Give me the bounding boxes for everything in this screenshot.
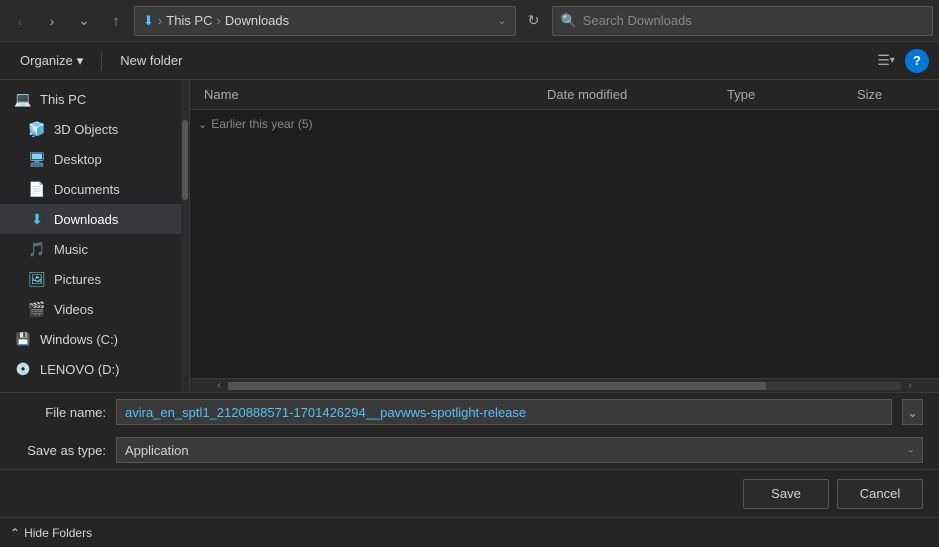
sidebar-label-desktop: Desktop [54,152,102,167]
forward-button[interactable]: › [38,7,66,35]
group-label: Earlier this year (5) [211,117,312,131]
view-arrow-icon: ▾ [890,55,895,66]
hide-folders-row: ⌃ Hide Folders [0,517,939,547]
sidebar-label-thispc: This PC [40,92,86,107]
help-label: ? [913,53,921,68]
sidebar-item-pictures[interactable]: 🖼 Pictures [0,264,189,294]
sidebar-item-lenovod[interactable]: 💿 LENOVO (D:) [0,354,189,384]
back-button[interactable]: ‹ [6,7,34,35]
file-list: ⌄ Earlier this year (5) [190,110,939,378]
hide-folders-button[interactable]: ⌃ Hide Folders [10,526,92,540]
h-scroll-left-button[interactable]: ‹ [210,379,228,393]
action-row: Save Cancel [0,469,939,517]
save-as-type-row: Save as type: Application ⌄ [0,431,939,469]
col-header-type[interactable]: Type [721,87,851,102]
organize-label: Organize [20,53,73,68]
sidebar-label-videos: Videos [54,302,94,317]
up-button[interactable]: ↑ [102,7,130,35]
address-separator-1: › [158,13,162,28]
recent-button[interactable]: ⌄ [70,7,98,35]
sidebar-item-downloads[interactable]: ⬇ Downloads [0,204,189,234]
h-scrollbar-track[interactable] [228,382,901,390]
content-area: 💻 This PC 🧊 3D Objects 🖥 Desktop 📄 Docum… [0,80,939,392]
refresh-button[interactable]: ↻ [520,7,548,35]
toolbar-separator [101,51,102,71]
sidebar-items: 💻 This PC 🧊 3D Objects 🖥 Desktop 📄 Docum… [0,80,189,392]
save-as-type-label: Save as type: [16,443,106,458]
sidebar-label-windowsc: Windows (C:) [40,332,118,347]
col-header-size[interactable]: Size [851,87,931,102]
sidebar-label-music: Music [54,242,88,257]
search-bar[interactable]: 🔍 [552,6,934,36]
sidebar-label-pictures: Pictures [54,272,101,287]
hide-folders-label: Hide Folders [24,526,92,540]
downloads-icon: ⬇ [28,210,46,228]
music-icon: 🎵 [28,240,46,258]
address-chevron-icon[interactable]: ⌄ [497,14,506,27]
file-name-row: File name: ⌄ [0,393,939,431]
sidebar-label-lenovod: LENOVO (D:) [40,362,119,377]
view-icon: ☰ [877,52,890,69]
toolbar-right: ☰ ▾ ? [871,47,929,75]
pictures-icon: 🖼 [28,270,46,288]
search-input[interactable] [583,13,924,28]
address-bar[interactable]: ⬇ › This PC › Downloads ⌄ [134,6,516,36]
file-dialog-window: ‹ › ⌄ ↑ ⬇ › This PC › Downloads ⌄ ↻ 🔍 Or… [0,0,939,547]
address-this-pc: This PC [166,13,212,28]
thispc-icon: 💻 [14,90,32,108]
organize-button[interactable]: Organize ▾ [10,47,93,75]
h-scroll-right-button[interactable]: › [901,379,919,393]
organize-arrow-icon: ▾ [77,53,84,69]
search-icon: 🔍 [561,13,577,29]
help-button[interactable]: ? [905,49,929,73]
documents-icon: 📄 [28,180,46,198]
sidebar-label-documents: Documents [54,182,120,197]
sidebar-item-thispc[interactable]: 💻 This PC [0,84,189,114]
bottom-section: File name: ⌄ Save as type: Application ⌄… [0,392,939,517]
address-separator-2: › [216,13,220,28]
file-name-input[interactable] [116,399,892,425]
save-as-type-wrapper: Application ⌄ [116,437,923,463]
sidebar-scrollbar[interactable] [181,80,189,392]
file-name-label: File name: [16,405,106,420]
group-chevron-icon: ⌄ [198,118,207,131]
file-pane: Name Date modified Type Size ⌄ Earlier t… [190,80,939,392]
sidebar-item-music[interactable]: 🎵 Music [0,234,189,264]
hide-folders-chevron-icon: ⌃ [10,526,20,540]
save-button[interactable]: Save [743,479,829,509]
column-headers: Name Date modified Type Size [190,80,939,110]
sidebar-item-documents[interactable]: 📄 Documents [0,174,189,204]
h-scrollbar[interactable]: ‹ › [190,378,939,392]
sidebar-item-videos[interactable]: 🎬 Videos [0,294,189,324]
sidebar: 💻 This PC 🧊 3D Objects 🖥 Desktop 📄 Docum… [0,80,190,392]
desktop-icon: 🖥 [28,150,46,168]
sidebar-item-3dobjects[interactable]: 🧊 3D Objects [0,114,189,144]
sidebar-item-windowsc[interactable]: 💾 Windows (C:) [0,324,189,354]
toolbar: Organize ▾ New folder ☰ ▾ ? [0,42,939,80]
cancel-button[interactable]: Cancel [837,479,923,509]
sidebar-label-downloads: Downloads [54,212,118,227]
windowsc-icon: 💾 [14,330,32,348]
lenovod-icon: 💿 [14,360,32,378]
videos-icon: 🎬 [28,300,46,318]
address-downloads: Downloads [225,13,289,28]
sidebar-item-desktop[interactable]: 🖥 Desktop [0,144,189,174]
new-folder-label: New folder [120,53,182,68]
sidebar-scrollbar-thumb [182,120,188,200]
col-header-name[interactable]: Name [198,87,541,102]
path-downloads-icon: ⬇ [143,13,154,29]
view-toggle-button[interactable]: ☰ ▾ [871,47,901,75]
col-header-date[interactable]: Date modified [541,87,721,102]
group-header-earlier[interactable]: ⌄ Earlier this year (5) [190,110,939,138]
sidebar-label-3dobjects: 3D Objects [54,122,118,137]
h-scrollbar-thumb [228,382,766,390]
top-bar: ‹ › ⌄ ↑ ⬇ › This PC › Downloads ⌄ ↻ 🔍 [0,0,939,42]
3dobjects-icon: 🧊 [28,120,46,138]
file-name-dropdown[interactable]: ⌄ [902,399,923,425]
new-folder-button[interactable]: New folder [110,47,192,75]
save-as-type-select[interactable]: Application [116,437,923,463]
